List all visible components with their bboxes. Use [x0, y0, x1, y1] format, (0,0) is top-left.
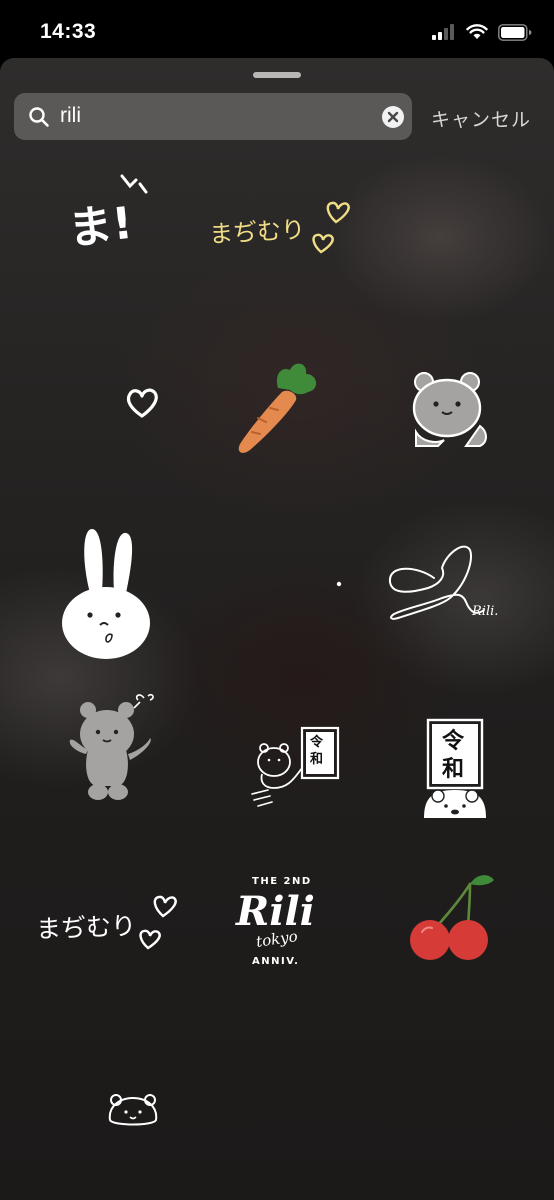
rili-top-text: THE 2ND [252, 876, 312, 887]
gray-bear-icon [412, 372, 487, 447]
small-heart-sticker[interactable] [123, 386, 161, 420]
battery-icon [498, 23, 532, 41]
gray-bear-face-sticker[interactable] [408, 370, 492, 448]
cherry-icon [410, 875, 494, 960]
clear-icon[interactable] [381, 105, 405, 129]
heart-icon [126, 388, 158, 418]
status-time: 14:33 [40, 20, 97, 43]
gray-bear-waving-sticker[interactable] [66, 693, 162, 810]
ma-exclaim-sticker[interactable]: ま! [62, 170, 162, 260]
rili-tokyo-2nd-anniv-sticker[interactable]: THE 2ND Rili tokyo ANNIV. [226, 872, 326, 976]
bunny-icon [62, 529, 150, 659]
cellular-signal-icon [432, 24, 454, 40]
status-icons [432, 22, 532, 42]
carrot-icon [238, 363, 317, 453]
rili-signature-text: Rili. [472, 604, 499, 619]
sheet-grabber-handle[interactable] [253, 72, 301, 78]
dot-sticker[interactable] [336, 581, 342, 587]
machimuri-yellow-sticker[interactable]: まぢむり [205, 198, 355, 258]
bear-holding-reiwa-sign-sticker[interactable]: 令和 [248, 724, 344, 814]
rili-bottom-text: ANNIV. [252, 956, 300, 967]
search-icon [29, 107, 49, 127]
reiwa-sign-bear-sticker[interactable]: 令和 [418, 718, 492, 818]
reiwa-small-text: 令和 [310, 735, 324, 767]
double-heart-icon [312, 201, 350, 254]
dot-icon [336, 581, 342, 587]
stickers-search-screen: 14:33 rili キャンセル ま! まぢむり Rili. 令和 令和 まぢむ… [0, 0, 554, 1200]
machimuri-white-sticker[interactable]: まぢむり [36, 894, 182, 956]
cherry-sticker[interactable] [404, 870, 500, 962]
bear-outline-face-sticker[interactable] [106, 1092, 160, 1126]
machimuri-white-text: まぢむり [35, 911, 137, 944]
status-bar: 14:33 [0, 0, 554, 60]
heart-rili-scribble-sticker[interactable]: Rili. [384, 536, 514, 626]
search-query-text[interactable]: rili [60, 104, 81, 128]
bear-outline-icon [108, 1094, 158, 1126]
carrot-sticker[interactable] [228, 348, 324, 458]
wifi-icon [466, 24, 488, 39]
sticker-sheet: rili キャンセル ま! まぢむり Rili. 令和 令和 まぢむり THE … [0, 58, 554, 1200]
cancel-button[interactable]: キャンセル [431, 105, 531, 132]
sparkle-marks-icon [120, 174, 148, 194]
white-bunny-sticker[interactable] [60, 523, 156, 683]
waving-bear-icon [69, 693, 154, 800]
rili-logo-text: Rili [236, 888, 315, 935]
reiwa-large-text: 令和 [442, 729, 465, 782]
search-input[interactable]: rili [14, 93, 412, 140]
